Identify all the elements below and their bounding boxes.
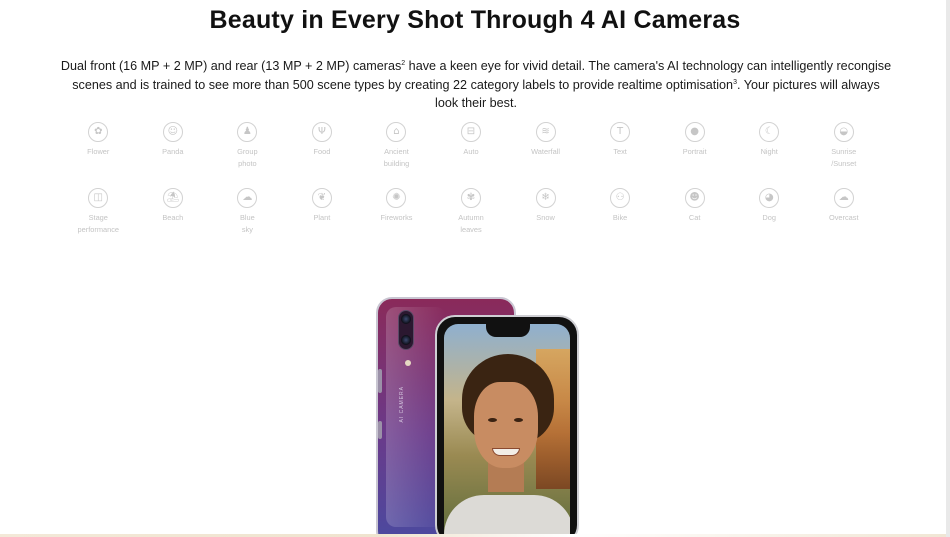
scene-food: Ψ Food [285, 122, 360, 188]
scene-night: ☾ Night [732, 122, 807, 188]
scrollbar-track[interactable] [946, 0, 950, 537]
rear-camera-module [398, 310, 414, 350]
portrait-smile [492, 448, 520, 456]
scene-label: Snow [536, 213, 555, 222]
text-icon: T [610, 122, 631, 142]
page-heading: Beauty in Every Shot Through 4 AI Camera… [209, 6, 741, 34]
scene-blue-sky: ☁ Blue sky [210, 188, 285, 254]
scene-label: Stage performance [77, 213, 120, 234]
scene-plant: ❦ Plant [285, 188, 360, 254]
scene-label: Text [613, 147, 627, 156]
flash-icon [405, 360, 411, 366]
blue-sky-icon: ☁ [237, 188, 258, 208]
scene-bike: ⚇ Bike [583, 188, 658, 254]
scene-label: Sunrise /Sunset [831, 147, 857, 168]
ai-camera-label: AI CAMERA [399, 386, 405, 423]
bike-icon: ⚇ [610, 188, 631, 208]
volume-button [378, 369, 382, 393]
scene-label: Plant [313, 213, 331, 222]
phone-product-image: AI CAMERA [372, 296, 582, 537]
portrait-shirt [444, 495, 570, 537]
scene-label: Portrait [682, 147, 707, 156]
portrait-icon: ● [684, 122, 705, 142]
feature-description: Dual front (16 MP + 2 MP) and rear (13 M… [60, 57, 892, 113]
scene-label: Ancient building [383, 147, 410, 168]
beach-icon: ⛱ [162, 188, 183, 208]
camera-lens-icon [401, 314, 411, 324]
group-photo-icon: ♟ [237, 122, 258, 142]
portrait-eye [488, 418, 497, 422]
scene-autumn-leaves: ✾ Autumn leaves [434, 188, 509, 254]
phone-screen-portrait [444, 324, 570, 537]
scene-label: Group photo [237, 147, 258, 168]
scene-dog: ◕ Dog [732, 188, 807, 254]
scene-label: Flower [87, 147, 110, 156]
autumn-leaves-icon: ✾ [461, 188, 481, 208]
scene-snow: ❄ Snow [508, 188, 583, 254]
scene-portrait: ● Portrait [657, 122, 732, 188]
scene-fireworks: ✺ Fireworks [359, 188, 434, 254]
scene-label: Waterfall [531, 147, 560, 156]
scene-stage-performance: ◫ Stage performance [61, 188, 136, 254]
scene-types-grid: ✿ Flower ☺ Panda ♟ Group photo Ψ Food ⌂ Ancie… [61, 122, 881, 254]
scene-label: Blue sky [239, 213, 255, 234]
sunrise-sunset-icon: ◒ [833, 122, 854, 142]
ancient-building-icon: ⌂ [386, 122, 407, 142]
scene-label: Overcast [828, 213, 859, 222]
snow-icon: ❄ [535, 188, 556, 208]
stage-performance-icon: ◫ [88, 188, 109, 208]
scene-row-1: ✿ Flower ☺ Panda ♟ Group photo Ψ Food ⌂ Ancie… [61, 122, 881, 188]
dog-icon: ◕ [759, 188, 780, 208]
scene-label: Panda [162, 147, 184, 156]
scene-label: Cat [688, 213, 701, 222]
scene-cat: ☻ Cat [657, 188, 732, 254]
scene-sunrise-sunset: ◒ Sunrise /Sunset [806, 122, 881, 188]
cat-icon: ☻ [684, 188, 705, 208]
portrait-eye [514, 418, 523, 422]
scene-ancient-building: ⌂ Ancient building [359, 122, 434, 188]
description-part-1: Dual front (16 MP + 2 MP) and rear (13 M… [60, 59, 402, 73]
display-notch [486, 324, 530, 337]
scene-text: T Text [583, 122, 658, 188]
scene-beach: ⛱ Beach [136, 188, 211, 254]
waterfall-icon: ≋ [535, 122, 556, 142]
scene-overcast: ☁ Overcast [806, 188, 881, 254]
scene-label: Autumn leaves [458, 213, 484, 234]
auto-icon: ⊟ [461, 122, 481, 142]
scene-auto: ⊟ Auto [434, 122, 509, 188]
scene-waterfall: ≋ Waterfall [508, 122, 583, 188]
scene-row-2: ◫ Stage performance ⛱ Beach ☁ Blue sky ❦ Pla… [61, 188, 881, 254]
scene-label: Beach [162, 213, 184, 222]
scene-label: Bike [612, 213, 628, 222]
overcast-icon: ☁ [833, 188, 854, 208]
power-button [378, 421, 382, 439]
scene-panda: ☺ Panda [136, 122, 211, 188]
scene-group-photo: ♟ Group photo [210, 122, 285, 188]
scene-label: Dog [762, 213, 776, 222]
scene-label: Night [760, 147, 778, 156]
flower-icon: ✿ [88, 122, 109, 142]
scene-label: Auto [463, 147, 479, 156]
scene-flower: ✿ Flower [61, 122, 136, 188]
scene-label: Fireworks [380, 213, 413, 222]
phone-front [435, 315, 579, 537]
food-icon: Ψ [311, 122, 332, 142]
plant-icon: ❦ [311, 188, 332, 208]
scene-label: Food [313, 147, 331, 156]
panda-icon: ☺ [162, 122, 183, 142]
fireworks-icon: ✺ [386, 188, 407, 208]
camera-lens-icon [401, 335, 411, 345]
night-icon: ☾ [759, 122, 780, 142]
